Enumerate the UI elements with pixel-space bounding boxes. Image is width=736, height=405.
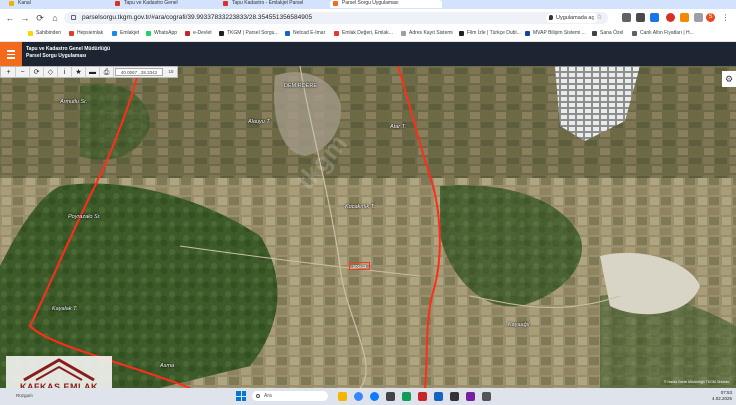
bookmark-favicon-icon [185, 31, 190, 36]
settings-gear-icon[interactable]: ⚙ [722, 71, 736, 87]
map-label-atar: Atar T. [390, 124, 406, 130]
bookmark-favicon-icon [69, 31, 74, 36]
measure-button[interactable]: ▬ [86, 67, 100, 78]
system-clock[interactable]: 07:53 4.02.2025 [700, 390, 732, 402]
chrome-icon[interactable] [354, 392, 363, 401]
location-pin-icon [549, 15, 553, 20]
locate-button[interactable]: ◇ [44, 67, 58, 78]
coordinate-readout: 40.0067 , 28.3342 [115, 68, 163, 76]
print-button[interactable]: ⎙ [100, 67, 114, 78]
bookmark-whatsapp[interactable]: WhatsApp [145, 29, 177, 38]
tab-2[interactable]: Tapu ve Kadastro Genel [112, 0, 224, 8]
site-info-icon[interactable] [71, 15, 76, 20]
map-imagery [0, 66, 736, 388]
tab-favicon-icon [333, 1, 338, 6]
bookmark-film[interactable]: Film İzle | Türkçe Dubl... [458, 29, 521, 38]
bookmark-sahibinden[interactable]: Sahibinden [27, 29, 61, 38]
bookmark-favicon-icon [28, 31, 33, 36]
bookmark-favicon-icon [285, 31, 290, 36]
taskbar-search[interactable]: Ara [252, 391, 328, 401]
bookmark-favicon-icon [632, 31, 637, 36]
bookmark-tkgm[interactable]: TKGM | Parsel Sorgu... [218, 29, 279, 38]
tab-favicon-icon [115, 1, 120, 6]
back-button[interactable]: ← [4, 12, 16, 24]
extension-puzzle-icon[interactable] [680, 13, 689, 22]
bookmark-favicon-icon [401, 31, 406, 36]
app-icon[interactable] [434, 392, 443, 401]
file-explorer-icon[interactable] [338, 392, 347, 401]
home-button[interactable]: ⌂ [49, 12, 61, 24]
url-text: parselsorgu.tkgm.gov.tr/#ara/cografi/39.… [82, 14, 313, 21]
refresh-map-button[interactable]: ⟳ [30, 67, 44, 78]
edge-icon[interactable] [370, 392, 379, 401]
bookmark-favicon-icon [334, 31, 339, 36]
bookmark-favicon-icon [525, 31, 530, 36]
bookmarks-bar: Sahibinden Hepsiemlak Emlakjet WhatsApp … [0, 27, 736, 42]
bookmark-mvap[interactable]: MVAP Bilişim Sistemi ... [524, 29, 586, 38]
browser-toolbar: ← → ⟳ ⌂ parselsorgu.tkgm.gov.tr/#ara/cog… [0, 9, 736, 27]
bookmark-favicon-icon [112, 31, 117, 36]
tab-1[interactable]: Kanal [6, 0, 118, 8]
map-toolbar: + − ⟳ ◇ i ★ ▬ ⎙ 40.0067 , 28.3342 15 [0, 66, 178, 78]
map-label-alauyu: Alauyu T. [248, 119, 271, 125]
extension-eyedropper-icon[interactable] [622, 13, 631, 22]
app-icon[interactable] [450, 392, 459, 401]
tab-3[interactable]: Tapu Kadastro - Emlakjet Parsel [220, 0, 332, 8]
weather-widget[interactable]: Rüzgarlı [16, 393, 33, 398]
forward-button[interactable]: → [19, 12, 31, 24]
bookmark-sana-ozel[interactable]: Sana Özel [591, 29, 623, 38]
star-bookmark-icon[interactable]: ☆ [596, 14, 605, 23]
app-icon[interactable] [418, 392, 427, 401]
tab-favicon-icon [223, 1, 228, 6]
downloads-icon[interactable] [694, 13, 703, 22]
map-label-kayaagil: Kayaağıl [508, 322, 530, 328]
map-label-asma: Asma [160, 363, 175, 369]
bookmark-adres-kayit[interactable]: Adres Kayıt Sistemi [400, 29, 453, 38]
map-label-demirdere: DEMİRDERE [284, 83, 318, 89]
bookmark-altin[interactable]: Canlı Altın Fiyatları | H... [631, 29, 694, 38]
reload-button[interactable]: ⟳ [34, 12, 46, 24]
browser-menu-icon[interactable]: ⋮ [721, 13, 730, 22]
selected-parcel[interactable]: 101/43 [349, 262, 370, 270]
app-icon[interactable] [402, 392, 411, 401]
search-icon [256, 394, 260, 398]
bookmark-favicon-icon [459, 31, 464, 36]
start-button[interactable] [236, 391, 246, 401]
extension-icon[interactable] [636, 13, 645, 22]
map-attribution: © Harita Genel Müdürlüğü TKGM Ortofoto [664, 380, 730, 384]
map-label-cakirlik: Kocakırlık T. [345, 204, 376, 210]
favorite-button[interactable]: ★ [72, 67, 86, 78]
browser-tab-strip: Kanal Tapu ve Kadastro Genel Tapu Kadast… [0, 0, 736, 9]
bookmark-favicon-icon [219, 31, 224, 36]
zoom-out-button[interactable]: − [16, 67, 30, 78]
bookmark-emlak-degeri[interactable]: Emlak Değeri, Emlak... [333, 29, 393, 38]
map-label-armutlu: Armutlu Sr. [60, 99, 88, 105]
app-icon[interactable] [466, 392, 475, 401]
zoom-level: 15 [168, 69, 174, 74]
bookmark-hepsiemlak[interactable]: Hepsiemlak [68, 29, 103, 38]
tab-4-active[interactable]: Parsel Sorgu Uygulaması [330, 0, 442, 8]
bookmark-favicon-icon [146, 31, 151, 36]
app-header: Tapu ve Kadastro Genel Müdürlüğü Parsel … [0, 42, 736, 66]
app-icon[interactable] [482, 392, 491, 401]
profile-avatar[interactable]: S [706, 13, 715, 22]
info-button[interactable]: i [58, 67, 72, 78]
bookmark-emlakjet[interactable]: Emlakjet [111, 29, 139, 38]
address-bar[interactable]: parselsorgu.tkgm.gov.tr/#ara/cografi/39.… [64, 12, 608, 24]
open-in-app-chip[interactable]: Uygulamada aç [546, 13, 599, 23]
app-title: Tapu ve Kadastro Genel Müdürlüğü Parsel … [26, 46, 111, 59]
zoom-in-button[interactable]: + [2, 67, 16, 78]
bookmark-netcad[interactable]: Netcad E-Imar [284, 29, 325, 38]
bookmark-favicon-icon [592, 31, 597, 36]
tab-favicon-icon [9, 1, 14, 6]
map-label-poyraz: Poyrazalo Sr. [68, 214, 101, 220]
menu-button[interactable] [0, 42, 22, 66]
extension-translate-icon[interactable] [650, 13, 659, 22]
map-label-kayalak: Kayalak T. [52, 306, 78, 312]
satellite-map[interactable]: Armutlu Sr. DEMİRDERE Alauyu T. Atar T. … [0, 66, 736, 388]
windows-taskbar: Rüzgarlı Ara 07:53 4.02.2025 [0, 388, 736, 405]
store-icon[interactable] [386, 392, 395, 401]
extension-adblock-icon[interactable] [666, 13, 675, 22]
bookmark-edevlet[interactable]: e-Devlet [184, 29, 212, 38]
